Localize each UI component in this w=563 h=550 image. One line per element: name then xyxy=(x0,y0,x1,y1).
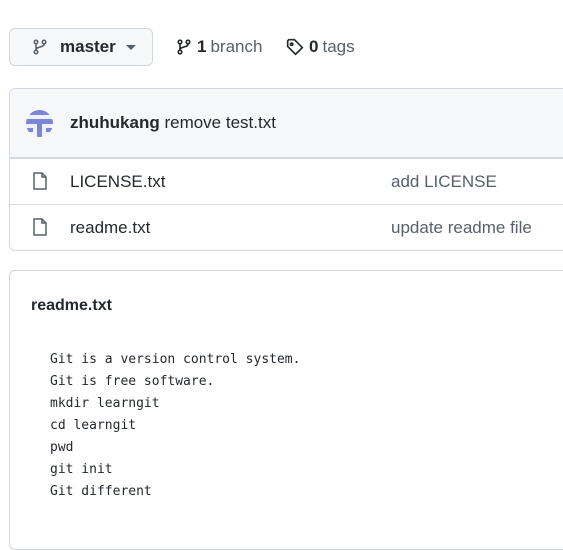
tag-count: 0 xyxy=(309,37,319,56)
tag-icon xyxy=(286,38,304,56)
file-row[interactable]: LICENSE.txt add LICENSE xyxy=(10,158,563,204)
commit-author[interactable]: zhuhukang xyxy=(70,113,160,133)
readme-content: Git is a version control system. Git is f… xyxy=(50,349,300,503)
branch-count: 1 xyxy=(197,37,207,56)
branch-select-button[interactable]: master xyxy=(9,28,153,66)
readme-line: cd learngit xyxy=(50,418,137,433)
readme-line: mkdir learngit xyxy=(50,396,160,411)
branch-name: master xyxy=(60,37,116,56)
readme-line: Git different xyxy=(50,484,152,499)
file-name[interactable]: readme.txt xyxy=(70,218,150,238)
file-row[interactable]: readme.txt update readme file xyxy=(10,204,563,250)
file-commit-message[interactable]: update readme file xyxy=(391,218,532,238)
branches-link[interactable]: 1 branch xyxy=(176,37,262,57)
readme-line: pwd xyxy=(50,440,74,455)
readme-line: Git is a version control system. xyxy=(50,352,301,367)
chevron-down-icon xyxy=(125,44,136,50)
readme-line: Git is free software. xyxy=(50,374,215,389)
file-icon xyxy=(33,172,47,190)
file-list: zhuhukang remove test.txt LICENSE.txt ad… xyxy=(9,88,563,251)
tags-link[interactable]: 0 tags xyxy=(286,37,355,57)
file-icon xyxy=(33,218,47,236)
readme-panel: readme.txt Git is a version control syst… xyxy=(9,270,563,550)
readme-title: readme.txt xyxy=(31,297,112,314)
commit-message[interactable]: remove test.txt xyxy=(164,113,275,133)
git-branch-icon xyxy=(33,39,47,55)
readme-line: git init xyxy=(50,462,113,477)
avatar[interactable] xyxy=(26,109,53,137)
tag-label: tags xyxy=(322,37,355,56)
branch-label: branch xyxy=(210,37,263,56)
file-name[interactable]: LICENSE.txt xyxy=(70,172,165,192)
file-commit-message[interactable]: add LICENSE xyxy=(391,172,497,192)
git-branch-icon xyxy=(177,39,191,55)
latest-commit: zhuhukang remove test.txt xyxy=(10,89,563,158)
